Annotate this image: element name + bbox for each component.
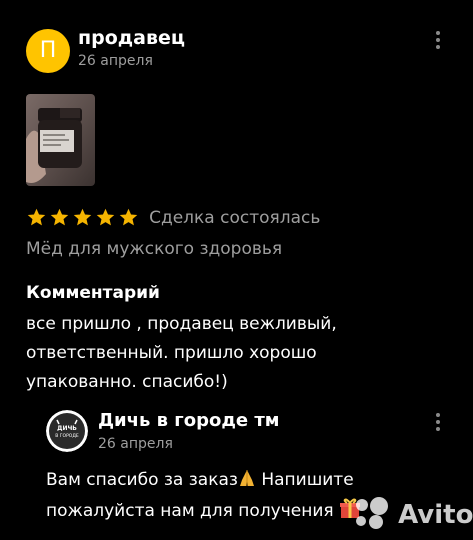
review-photo[interactable] bbox=[26, 94, 95, 186]
reply-line: пожалуйста нам для получения bbox=[46, 497, 361, 524]
star-icon bbox=[27, 208, 46, 226]
comment-line: все пришло , продавец вежливый, bbox=[26, 314, 337, 334]
reply-line: Вам спасибо за заказ Напишите bbox=[46, 468, 354, 493]
avito-watermark: Avito bbox=[353, 496, 473, 532]
comment-heading: Комментарий bbox=[26, 283, 160, 303]
comment-line: ответственный. пришло хорошо bbox=[26, 343, 317, 363]
rating-stars bbox=[26, 207, 141, 228]
avito-wordmark: Avito bbox=[398, 500, 473, 530]
product-name[interactable]: Мёд для мужского здоровья bbox=[26, 239, 282, 259]
author-name[interactable]: продавец bbox=[78, 27, 185, 49]
star-icon bbox=[50, 208, 69, 226]
reply-text: Напишите bbox=[255, 470, 354, 490]
folded-hands-emoji bbox=[238, 468, 256, 493]
svg-text:В ГОРОДЕ: В ГОРОДЕ bbox=[55, 433, 79, 439]
deal-status: Сделка состоялась bbox=[149, 207, 321, 228]
more-options-icon[interactable] bbox=[433, 31, 443, 53]
avatar[interactable]: П bbox=[26, 29, 70, 73]
rating-row: Сделка состоялась bbox=[26, 207, 320, 231]
review-header: П продавец 26 апреля bbox=[26, 27, 456, 77]
star-icon bbox=[96, 208, 115, 226]
seller-name[interactable]: Дичь в городе тм bbox=[98, 410, 280, 431]
star-icon bbox=[73, 208, 92, 226]
reply-text: Вам спасибо за заказ bbox=[46, 470, 238, 490]
review-date: 26 апреля bbox=[78, 53, 153, 69]
reply-text: пожалуйста нам для получения bbox=[46, 501, 334, 521]
star-icon bbox=[119, 208, 138, 226]
svg-text:ДИЧЬ: ДИЧЬ bbox=[57, 425, 77, 432]
comment-line: упакованно. спасибо!) bbox=[26, 372, 228, 392]
avito-logo-icon bbox=[353, 496, 391, 534]
seller-logo[interactable]: ДИЧЬ В ГОРОДЕ bbox=[46, 410, 88, 452]
reply-date: 26 апреля bbox=[98, 436, 173, 452]
reply-more-options-icon[interactable] bbox=[433, 413, 443, 435]
